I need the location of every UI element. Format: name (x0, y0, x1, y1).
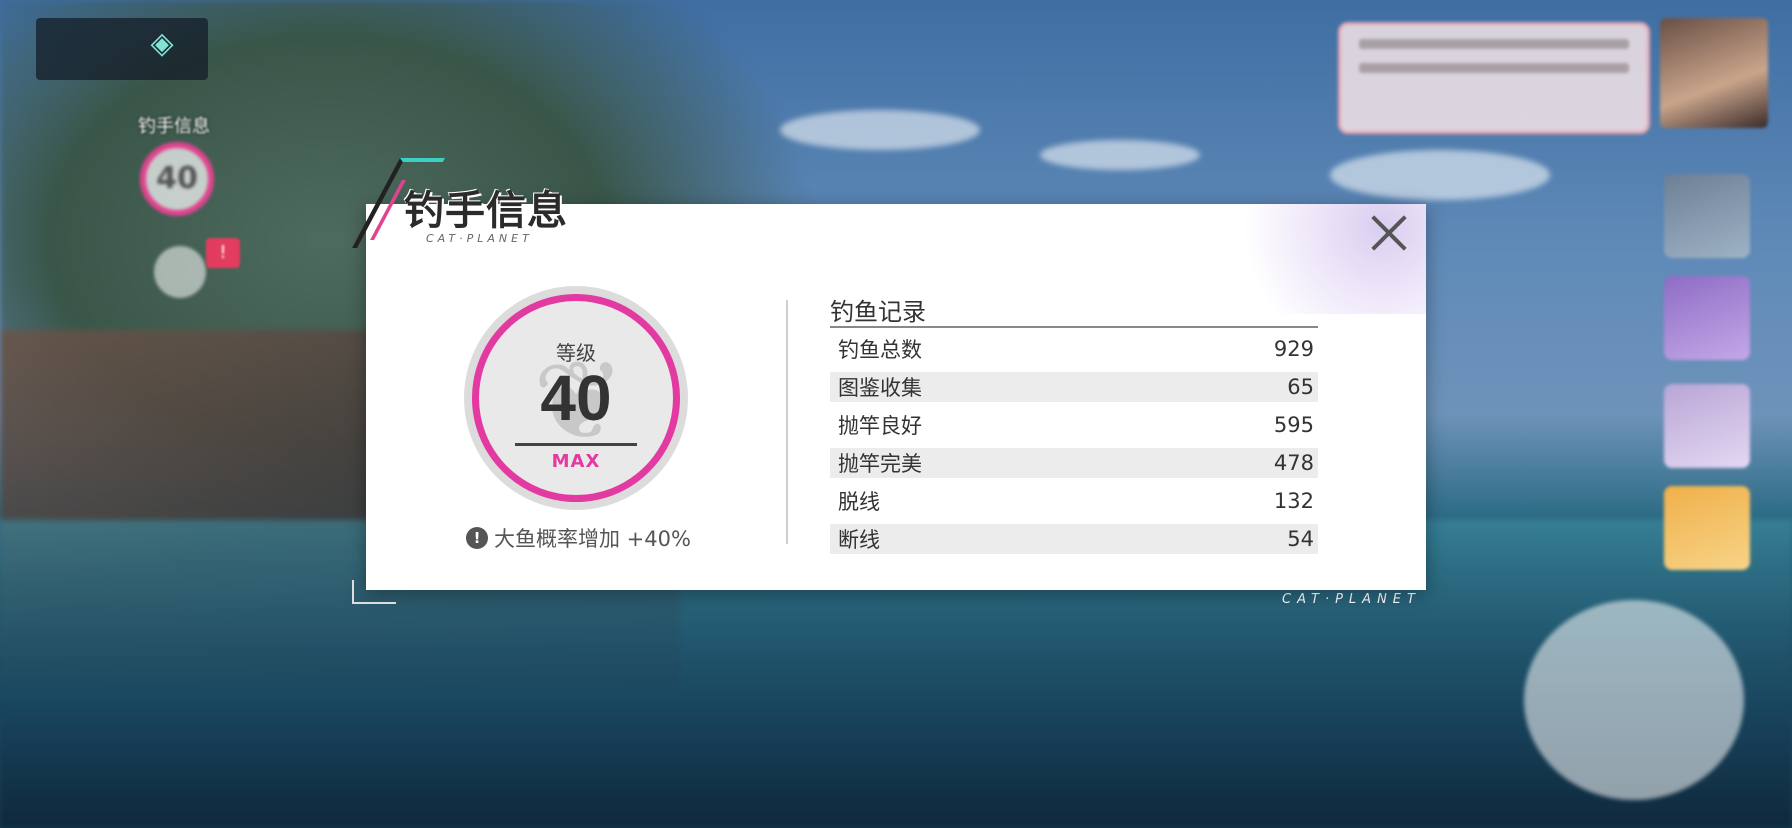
record-value: 478 (1273, 451, 1314, 475)
record-row: 抛竿良好 595 (830, 410, 1318, 440)
hud-level-button[interactable]: 40 (140, 142, 214, 216)
chat-box[interactable] (1338, 22, 1650, 134)
chat-line (1359, 39, 1629, 49)
level-badge: ❦ 等级 40 MAX (464, 286, 688, 510)
corner-decoration (352, 580, 396, 604)
cloud (1040, 140, 1200, 170)
record-value: 132 (1273, 489, 1314, 513)
record-label: 脱线 (838, 490, 880, 514)
minimap-logo-icon: ◈ (150, 26, 174, 61)
dialog-subtitle: CAT·PLANET (426, 232, 533, 245)
record-value: 929 (1273, 337, 1314, 361)
record-row: 图鉴收集 65 (830, 372, 1318, 402)
cloud (1330, 150, 1550, 200)
record-label: 抛竿完美 (838, 452, 922, 476)
cast-button[interactable] (1524, 600, 1744, 800)
dialog-title: 钓手信息 (404, 188, 568, 234)
hud-angler-info-label: 钓手信息 (138, 116, 210, 137)
record-label: 钓鱼总数 (838, 338, 922, 362)
level-max-label: MAX (551, 451, 601, 472)
hud-globe-icon[interactable] (154, 246, 206, 298)
watermark: CAT·PLANET (1282, 592, 1421, 607)
cloud (780, 110, 980, 150)
record-label: 断线 (838, 528, 880, 552)
record-value: 65 (1287, 375, 1314, 399)
record-value: 595 (1273, 413, 1314, 437)
exclamation-icon: ! (466, 527, 488, 549)
record-label: 图鉴收集 (838, 376, 922, 400)
dialog-header: 钓手信息 CAT·PLANET (352, 150, 600, 260)
vertical-divider (786, 300, 788, 544)
reel-item-slot[interactable] (1664, 276, 1750, 360)
level-divider (515, 443, 637, 446)
level-value: 40 (540, 362, 612, 434)
record-value: 54 (1287, 527, 1314, 551)
record-title-underline (830, 326, 1318, 328)
minimap[interactable]: ◈ (36, 18, 208, 80)
character-portrait[interactable] (1660, 18, 1768, 128)
record-row: 抛竿完美 478 (830, 448, 1318, 478)
record-row: 钓鱼总数 929 (830, 334, 1318, 364)
close-icon[interactable] (1368, 212, 1410, 254)
level-ring: ❦ 等级 40 MAX (472, 294, 680, 502)
rod-item-slot[interactable] (1664, 174, 1750, 258)
hud-alert-badge: ! (206, 238, 240, 268)
record-row: 断线 54 (830, 524, 1318, 554)
record-table: 钓鱼总数 929 图鉴收集 65 抛竿良好 595 抛竿完美 478 脱线 13… (830, 334, 1318, 562)
record-label: 抛竿良好 (838, 414, 922, 438)
bonus-info: ! 大鱼概率增加 +40% (466, 522, 691, 554)
float-item-slot[interactable] (1664, 486, 1750, 570)
record-row: 脱线 132 (830, 486, 1318, 516)
chat-line (1359, 63, 1629, 73)
bonus-text: 大鱼概率增加 +40% (494, 527, 691, 551)
record-title: 钓鱼记录 (830, 298, 926, 326)
bait-item-slot[interactable] (1664, 384, 1750, 468)
